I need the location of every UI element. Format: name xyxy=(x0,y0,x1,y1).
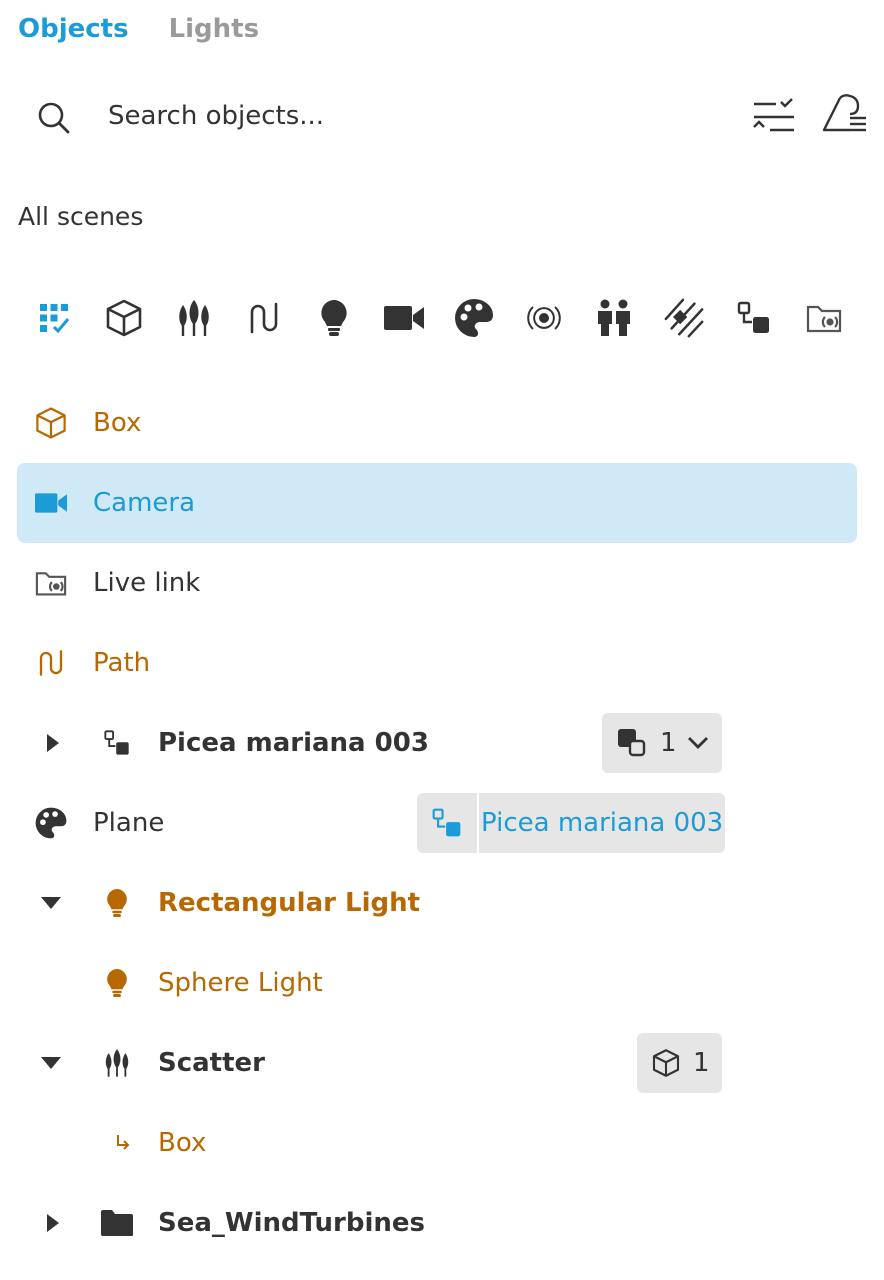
tree-item-rectangular-light[interactable]: Rectangular Light xyxy=(17,863,857,943)
tree-item-label: Sea_WindTurbines xyxy=(158,1208,425,1238)
live-link-folder-icon[interactable] xyxy=(802,296,846,340)
tree-item-label: Sphere Light xyxy=(158,968,323,998)
box-icon xyxy=(652,1049,680,1077)
material-icon[interactable] xyxy=(452,296,496,340)
scatter-icon[interactable] xyxy=(172,296,216,340)
tree-item-label: Camera xyxy=(93,488,196,518)
tree-item-label: Box xyxy=(93,408,142,438)
path-icon xyxy=(33,645,69,681)
tree-item-live-link[interactable]: Live link xyxy=(17,543,857,623)
tree-item-scatter[interactable]: Scatter 1 xyxy=(17,1023,857,1103)
camera-icon xyxy=(33,485,69,521)
material-link-label[interactable]: Picea mariana 003 xyxy=(479,793,726,853)
tree-item-scatter-box[interactable]: Box xyxy=(17,1103,857,1183)
box-icon xyxy=(33,405,69,441)
tree-item-picea-mariana-003[interactable]: Picea mariana 003 1 xyxy=(17,703,857,783)
instance-icon xyxy=(618,729,646,757)
people-icon[interactable] xyxy=(592,296,636,340)
box-icon[interactable] xyxy=(102,296,146,340)
tree-item-plane[interactable]: Plane Picea mariana 003 xyxy=(17,783,857,863)
instances-count: 1 xyxy=(660,728,677,758)
light-icon xyxy=(99,965,135,1001)
tree-item-sphere-light[interactable]: Sphere Light xyxy=(17,943,857,1023)
tree-item-label: Live link xyxy=(93,568,201,598)
search-row xyxy=(0,88,884,144)
link-icon xyxy=(99,725,135,761)
tree-item-label: Scatter xyxy=(158,1048,265,1078)
collapse-caret-icon[interactable] xyxy=(39,1051,63,1075)
tree-item-label: Rectangular Light xyxy=(158,888,421,918)
tree-item-path[interactable]: Path xyxy=(17,623,857,703)
radar-icon[interactable] xyxy=(522,296,566,340)
tree-item-sea-windturbines[interactable]: Sea_WindTurbines xyxy=(17,1183,857,1263)
tab-objects[interactable]: Objects xyxy=(18,14,129,44)
expand-caret-icon[interactable] xyxy=(41,731,65,755)
chevron-down-icon xyxy=(687,737,708,749)
search-icon xyxy=(38,102,70,134)
scatter-objects-count: 1 xyxy=(693,1048,710,1078)
collapse-caret-icon[interactable] xyxy=(39,891,63,915)
scatter-objects-chip[interactable]: 1 xyxy=(637,1033,722,1093)
search-input[interactable] xyxy=(108,96,708,136)
light-icon[interactable] xyxy=(312,296,356,340)
light-icon xyxy=(99,885,135,921)
tree-item-box[interactable]: Box xyxy=(17,383,857,463)
shape-list-icon[interactable] xyxy=(820,92,870,138)
tree-item-label: Box xyxy=(158,1128,207,1158)
scenes-selector[interactable]: All scenes xyxy=(18,202,143,231)
tab-bar: Objects Lights xyxy=(18,14,259,44)
folder-icon xyxy=(99,1205,135,1241)
all-filter-icon[interactable] xyxy=(32,296,76,340)
child-arrow-icon xyxy=(105,1125,141,1161)
tree-item-camera[interactable]: Camera xyxy=(17,463,857,543)
camera-icon[interactable] xyxy=(382,296,426,340)
lines-icon[interactable] xyxy=(662,296,706,340)
material-link-chip[interactable]: Picea mariana 003 xyxy=(417,793,726,853)
tree-item-label: Plane xyxy=(93,808,165,838)
tree-item-label: Path xyxy=(93,648,151,678)
expand-caret-icon[interactable] xyxy=(41,1211,65,1235)
live-link-folder-icon xyxy=(33,565,69,601)
link-icon[interactable] xyxy=(732,296,776,340)
tab-lights[interactable]: Lights xyxy=(169,14,260,44)
material-icon xyxy=(33,805,69,841)
scatter-icon xyxy=(99,1045,135,1081)
filter-options-icon[interactable] xyxy=(750,96,798,136)
tree-item-label: Picea mariana 003 xyxy=(158,728,429,758)
link-icon xyxy=(417,793,477,853)
instances-chip[interactable]: 1 xyxy=(602,713,722,773)
path-icon[interactable] xyxy=(242,296,286,340)
